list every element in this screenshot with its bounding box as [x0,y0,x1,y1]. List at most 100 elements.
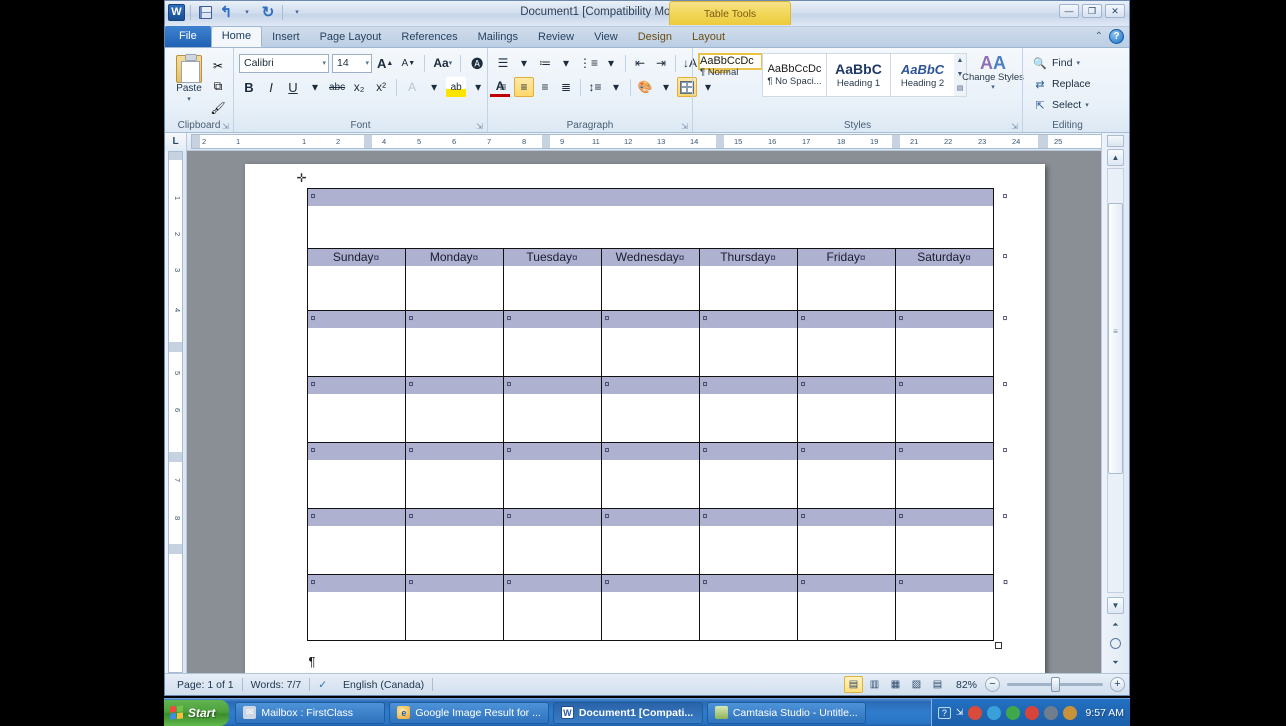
web-layout-view-button[interactable]: ▦ [886,676,905,693]
status-language[interactable]: English (Canada) [335,679,432,691]
zoom-level[interactable]: 82% [948,679,985,691]
paste-button[interactable]: Paste ▾ [170,53,208,103]
table-cell[interactable]: ¤ [404,574,504,641]
update-icon[interactable] [1044,705,1059,720]
table-cell[interactable]: ¤ [306,376,406,443]
styles-more-icon[interactable]: ▤ [954,82,966,96]
table-cell[interactable]: ¤ [796,310,896,377]
table-cell[interactable]: ¤ [502,442,602,509]
table-header-wednesday[interactable]: Wednesday¤ [600,248,700,311]
table-header-monday[interactable]: Monday¤ [404,248,504,311]
scroll-up-icon[interactable]: ▲ [1107,149,1124,166]
scroll-down-icon[interactable]: ▼ [1107,597,1124,614]
tab-insert[interactable]: Insert [262,27,310,47]
multilevel-list-icon[interactable]: ⋮≡ [577,53,600,73]
taskbar-clock[interactable]: 9:57 AM [1082,707,1124,719]
table-cell[interactable]: ¤ [698,574,798,641]
styles-scroll-up-icon[interactable]: ▲ [954,54,966,68]
table-cell[interactable]: ¤ [698,508,798,575]
multilevel-dropdown-icon[interactable]: ▾ [601,53,621,73]
table-move-handle[interactable]: ✛ [297,172,310,185]
decrease-indent-icon[interactable]: ⇤ [630,53,650,73]
font-name-chevron-down-icon[interactable]: ▾ [319,59,326,67]
volume-icon[interactable] [1006,705,1021,720]
zoom-slider-thumb[interactable] [1051,677,1060,692]
superscript-icon[interactable]: x² [371,77,391,97]
close-button[interactable]: ✕ [1105,4,1125,18]
text-effects-dropdown-icon[interactable]: ▾ [424,77,444,97]
tab-mailings[interactable]: Mailings [468,27,528,47]
find-button[interactable]: 🔍 Find ▾ [1032,53,1080,73]
copy-icon[interactable]: ⧉ [208,77,228,96]
split-window-handle[interactable] [1107,135,1124,147]
justify-icon[interactable]: ≣ [556,77,576,97]
style-no-spacing[interactable]: AaBbCcDc ¶ No Spaci... [762,53,827,97]
table-header-tuesday[interactable]: Tuesday¤ [502,248,602,311]
table-cell[interactable]: ¤ [502,574,602,641]
subscript-icon[interactable]: x₂ [349,77,369,97]
style-heading-2[interactable]: AaBbC Heading 2 [890,53,955,97]
full-screen-reading-view-button[interactable]: ▥ [865,676,884,693]
find-dropdown-icon[interactable]: ▾ [1076,59,1080,67]
network-icon[interactable] [968,705,983,720]
document-canvas[interactable]: ✛ ¤ ¤ Sunday¤ Monday¤ Tuesday¤ Wednesday… [188,152,1101,673]
minimize-ribbon-icon[interactable]: ⌃ [1095,31,1103,42]
table-header-sunday[interactable]: Sunday¤ [306,248,406,311]
font-dialog-launcher[interactable]: ⇲ [476,122,483,131]
table-row[interactable]: ¤ ¤ [306,188,1008,249]
underline-icon[interactable]: U [283,77,303,97]
table-cell[interactable]: ¤ [600,574,700,641]
scrollbar-track[interactable] [1107,168,1124,593]
shield-icon[interactable] [1063,705,1078,720]
table-cell[interactable]: ¤ [894,508,994,575]
italic-icon[interactable]: I [261,77,281,97]
font-name-combo[interactable]: Calibri ▾ [239,53,329,73]
select-dropdown-icon[interactable]: ▾ [1085,101,1089,109]
table-cell[interactable]: ¤ [404,310,504,377]
previous-page-icon[interactable]: ⏶ [1107,616,1124,633]
table-header-friday[interactable]: Friday¤ [796,248,896,311]
help-icon[interactable]: ? [1109,29,1124,44]
table-cell[interactable]: ¤ [600,376,700,443]
tab-references[interactable]: References [391,27,467,47]
replace-button[interactable]: ⇄ Replace [1032,74,1090,94]
change-styles-dropdown-icon[interactable]: ▾ [991,83,995,91]
tab-layout[interactable]: Layout [682,27,735,47]
table-cell[interactable]: ¤ [894,574,994,641]
horizontal-ruler[interactable]: 2 1 1 2 4 5 6 7 8 9 11 12 13 14 15 16 17 [191,134,1125,149]
select-button[interactable]: ⇱ Select ▾ [1032,95,1089,115]
document-page[interactable]: ✛ ¤ ¤ Sunday¤ Monday¤ Tuesday¤ Wednesday… [244,164,1045,673]
style-normal[interactable]: AaBbCcDc ¶ Normal [698,53,763,78]
table-resize-handle[interactable] [995,641,1002,649]
align-right-icon[interactable]: ≡ [535,77,555,97]
shading-dropdown-icon[interactable]: ▾ [656,77,676,97]
table-cell[interactable]: ¤ [796,574,896,641]
tab-home[interactable]: Home [210,26,263,47]
table-cell[interactable]: ¤ [600,442,700,509]
media-icon[interactable] [1025,705,1040,720]
table-cell[interactable]: ¤ [600,508,700,575]
table-cell[interactable]: ¤ [502,310,602,377]
style-heading-1[interactable]: AaBbC Heading 1 [826,53,891,97]
table-row[interactable]: ¤ ¤ ¤ ¤ ¤ ¤ ¤ ¤ [306,508,1008,575]
select-browse-object-icon[interactable] [1107,635,1124,652]
proofing-errors-icon[interactable]: ✓ [310,679,335,691]
table-cell[interactable]: ¤ [894,442,994,509]
zoom-in-button[interactable]: + [1110,677,1125,692]
tab-file[interactable]: File [165,26,211,47]
table-cell-title[interactable]: ¤ [306,188,994,249]
table-row[interactable]: ¤ ¤ ¤ ¤ ¤ ¤ ¤ ¤ [306,310,1008,377]
start-button[interactable]: Start [164,699,230,726]
table-cell[interactable]: ¤ [796,442,896,509]
restore-button[interactable]: ❐ [1082,4,1102,18]
status-words[interactable]: Words: 7/7 [243,679,310,691]
zoom-out-button[interactable]: − [985,677,1000,692]
tray-expand-icon[interactable]: ⇲ [956,707,964,718]
calendar-table[interactable]: ¤ ¤ Sunday¤ Monday¤ Tuesday¤ Wednesday¤ … [306,188,1008,649]
zoom-slider[interactable] [1007,677,1103,692]
bold-icon[interactable]: B [239,77,259,97]
tab-review[interactable]: Review [528,27,584,47]
table-row[interactable]: ¤ ¤ ¤ ¤ ¤ ¤ ¤ ¤ [306,442,1008,509]
font-size-combo[interactable]: 14 ▾ [332,53,372,73]
format-painter-icon[interactable]: 🖌 [208,98,228,117]
